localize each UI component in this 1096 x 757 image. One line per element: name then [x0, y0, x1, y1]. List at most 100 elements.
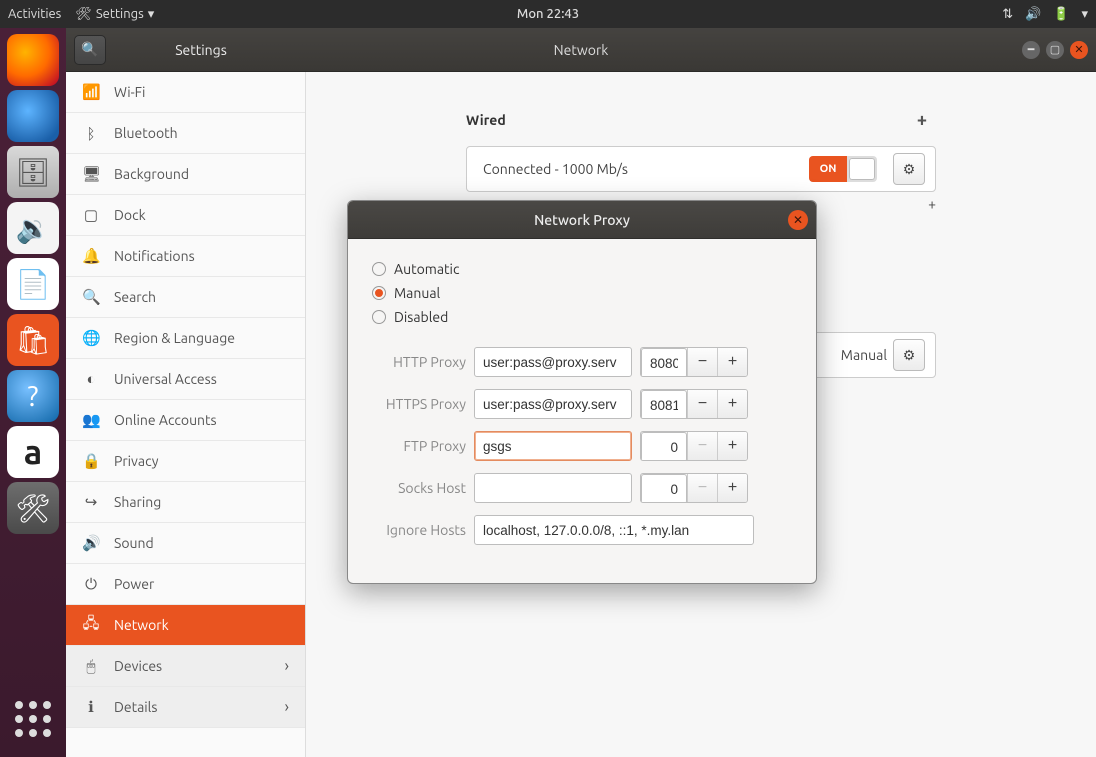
radio-label: Automatic: [394, 261, 459, 277]
sidebar-item-dock[interactable]: ▢Dock: [66, 195, 305, 236]
https-proxy-port-input[interactable]: [641, 390, 687, 419]
system-menu-chevron-icon[interactable]: ▾: [1081, 7, 1088, 22]
sidebar-item-label: Power: [114, 576, 154, 592]
proxy-settings-button[interactable]: ⚙: [893, 339, 925, 371]
port-decrease-button: −: [687, 432, 717, 460]
sidebar-icon: 🔊: [82, 534, 100, 552]
http-proxy-label: HTTP Proxy: [372, 354, 466, 370]
socks-port-input[interactable]: [641, 474, 687, 503]
sidebar-item-bluetooth[interactable]: ᛒBluetooth: [66, 113, 305, 154]
proxy-mode-radio-group: Automatic Manual Disabled: [372, 261, 792, 325]
sidebar-icon: 🔒: [82, 452, 100, 470]
ftp-proxy-port-spinner: − +: [640, 431, 748, 461]
launcher-libreoffice-writer[interactable]: 📄: [7, 258, 59, 310]
sidebar-item-network[interactable]: 🖧Network: [66, 605, 305, 646]
sidebar-item-privacy[interactable]: 🔒 Privacy: [66, 441, 305, 482]
proxy-mode-automatic[interactable]: Automatic: [372, 261, 792, 277]
ignore-hosts-input[interactable]: [474, 515, 754, 545]
sidebar-item-online-accounts[interactable]: 👥Online Accounts: [66, 400, 305, 441]
network-proxy-dialog: Network Proxy ✕ Automatic Manual Disable…: [347, 200, 817, 584]
launcher-ubuntu-software[interactable]: 🛍: [7, 314, 59, 366]
port-increase-button[interactable]: +: [717, 390, 747, 418]
sidebar-item-universal-access[interactable]: ◐Universal Access: [66, 359, 305, 400]
window-minimize-button[interactable]: ━: [1022, 41, 1040, 59]
port-increase-button[interactable]: +: [717, 348, 747, 376]
clock[interactable]: Mon 22:43: [517, 7, 579, 21]
launcher-amazon[interactable]: a: [7, 426, 59, 478]
sidebar-item-details[interactable]: ℹDetails›: [66, 687, 305, 728]
wired-section-label: Wired: [466, 112, 506, 128]
http-proxy-host-input[interactable]: [474, 347, 632, 377]
page-title: Network: [554, 42, 609, 58]
sidebar-item-wi-fi[interactable]: 📶Wi-Fi: [66, 72, 305, 113]
sidebar-icon: ↪: [82, 493, 100, 511]
sidebar-item-power[interactable]: ⏻ Power: [66, 564, 305, 605]
app-menu-button[interactable]: 🛠 Settings ▾: [75, 7, 154, 22]
sidebar-item-label: Sound: [114, 535, 154, 551]
wired-toggle-on-label: ON: [809, 156, 847, 182]
activities-button[interactable]: Activities: [8, 7, 61, 21]
port-increase-button[interactable]: +: [717, 432, 747, 460]
radio-icon: [372, 310, 386, 324]
sidebar-item-notifications[interactable]: 🔔 Notifications: [66, 236, 305, 277]
volume-indicator-icon[interactable]: 🔊: [1025, 7, 1041, 22]
sidebar-item-sound[interactable]: 🔊 Sound: [66, 523, 305, 564]
window-maximize-button[interactable]: ▢: [1046, 41, 1064, 59]
sidebar-item-search[interactable]: 🔍Search: [66, 277, 305, 318]
add-wired-button[interactable]: +: [908, 106, 936, 134]
search-icon: 🔍: [81, 41, 98, 58]
sidebar-item-sharing[interactable]: ↪ Sharing: [66, 482, 305, 523]
port-decrease-button[interactable]: −: [687, 348, 717, 376]
top-panel: Activities 🛠 Settings ▾ Mon 22:43 ⇅ 🔊 🔋 …: [0, 0, 1096, 28]
launcher-firefox[interactable]: [7, 34, 59, 86]
proxy-mode-label: Manual: [841, 347, 887, 363]
wired-settings-button[interactable]: ⚙: [893, 153, 925, 185]
network-indicator-icon[interactable]: ⇅: [1002, 7, 1013, 22]
show-applications-button[interactable]: [7, 693, 59, 745]
sidebar-item-label: Dock: [114, 207, 146, 223]
gear-icon: ⚙: [903, 347, 916, 364]
http-proxy-port-input[interactable]: [641, 348, 687, 377]
launcher-rhythmbox[interactable]: 🔉: [7, 202, 59, 254]
window-close-button[interactable]: ✕: [1070, 41, 1088, 59]
sidebar-icon: 📶: [82, 83, 100, 101]
wired-section-header: Wired +: [466, 106, 936, 134]
wired-status-label: Connected - 1000 Mb/s: [483, 161, 628, 177]
proxy-mode-manual[interactable]: Manual: [372, 285, 792, 301]
launcher-settings[interactable]: 🛠: [7, 482, 59, 534]
sidebar-item-label: Notifications: [114, 248, 195, 264]
gear-icon: ⚙: [903, 161, 916, 178]
search-button[interactable]: 🔍: [74, 35, 106, 65]
sidebar-icon: ⏻: [82, 575, 100, 593]
add-vpn-button[interactable]: +: [928, 196, 936, 262]
chevron-right-icon: ›: [285, 657, 290, 675]
socks-host-input[interactable]: [474, 473, 632, 503]
sidebar-item-label: Bluetooth: [114, 125, 178, 141]
wired-toggle[interactable]: ON: [809, 156, 877, 182]
sidebar-item-label: Privacy: [114, 453, 158, 469]
port-increase-button[interactable]: +: [717, 474, 747, 502]
sidebar-item-label: Sharing: [114, 494, 161, 510]
launcher-thunderbird[interactable]: [7, 90, 59, 142]
dialog-close-button[interactable]: ✕: [788, 210, 808, 230]
radio-icon: [372, 262, 386, 276]
sidebar-icon: 🖱: [82, 657, 100, 675]
launcher-dock: 🗄 🔉 📄 🛍 ? a 🛠: [0, 28, 66, 757]
sidebar-icon: 🔔: [82, 247, 100, 265]
launcher-help[interactable]: ?: [7, 370, 59, 422]
proxy-mode-disabled[interactable]: Disabled: [372, 309, 792, 325]
battery-indicator-icon[interactable]: 🔋: [1053, 7, 1069, 22]
sidebar-item-label: Online Accounts: [114, 412, 217, 428]
radio-label: Disabled: [394, 309, 448, 325]
sidebar-icon: 🔍: [82, 288, 100, 306]
https-proxy-label: HTTPS Proxy: [372, 396, 466, 412]
https-proxy-host-input[interactable]: [474, 389, 632, 419]
sidebar-item-region-language[interactable]: 🌐Region & Language: [66, 318, 305, 359]
sidebar-item-background[interactable]: 🖥Background: [66, 154, 305, 195]
toggle-knob: [849, 158, 875, 180]
port-decrease-button[interactable]: −: [687, 390, 717, 418]
ftp-proxy-port-input[interactable]: [641, 432, 687, 461]
launcher-files[interactable]: 🗄: [7, 146, 59, 198]
ftp-proxy-host-input[interactable]: [474, 431, 632, 461]
sidebar-item-devices[interactable]: 🖱Devices›: [66, 646, 305, 687]
